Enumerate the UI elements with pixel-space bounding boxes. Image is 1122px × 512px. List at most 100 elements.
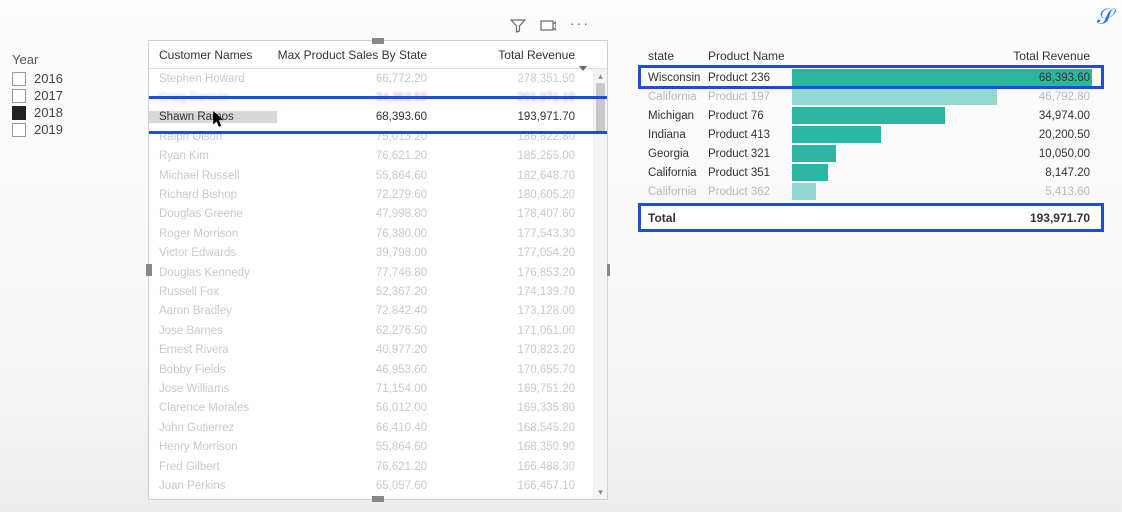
filter-icon[interactable] <box>510 18 526 37</box>
cell-customer: Russell Fox <box>149 286 277 298</box>
cell-product: Product 362 <box>708 186 792 198</box>
slicer-item-2017[interactable]: 2017 <box>12 88 122 103</box>
customer-table-visual[interactable]: Customer Names Max Product Sales By Stat… <box>148 40 608 500</box>
table-row[interactable]: Bobby Fields46,953.60170,655.70 <box>149 360 607 379</box>
data-bar <box>792 164 828 181</box>
cell-rev: 278,351.50 <box>427 73 607 85</box>
slicer-item-2018[interactable]: 2018 <box>12 105 122 120</box>
total-row: Total 193,971.70 <box>642 205 1100 229</box>
scroll-up-arrow[interactable]: ▴ <box>594 69 607 83</box>
slicer-item-label: 2018 <box>34 105 63 120</box>
checkbox-icon[interactable] <box>12 123 26 137</box>
table-row[interactable]: Stephen Howard66,772.20278,351.50 <box>149 69 607 88</box>
cell-rev: 177,543.30 <box>427 228 607 240</box>
table-row[interactable]: IndianaProduct 41320,200.50 <box>642 125 1100 144</box>
table-row[interactable]: Victor Edwards39,798.00177,054.20 <box>149 244 607 263</box>
table-row[interactable]: John Gutierrez66,410.40168,545.20 <box>149 418 607 437</box>
cell-customer: Douglas Kennedy <box>149 267 277 279</box>
table-row[interactable]: Jose Williams71,154.00169,751.20 <box>149 379 607 398</box>
cell-customer: Bobby Fields <box>149 364 277 376</box>
cell-customer: Shawn Ramos <box>149 111 277 123</box>
cell-max: 47,998.80 <box>277 208 427 220</box>
cell-customer: Ryan Kim <box>149 150 277 162</box>
table-row[interactable]: MichiganProduct 7634,974.00 <box>642 106 1100 125</box>
col-product-name[interactable]: Product Name <box>708 49 792 63</box>
cell-rev: 178,407.60 <box>427 208 607 220</box>
slicer-item-2016[interactable]: 2016 <box>12 71 122 86</box>
table-row[interactable]: Michael Russell55,864.60182,648.70 <box>149 166 607 185</box>
cell-customer: Juan Perkins <box>149 480 277 492</box>
table-row[interactable]: Richard Bishop72,279.60180,605.20 <box>149 185 607 204</box>
checkbox-icon[interactable] <box>12 89 26 103</box>
cell-rev: 170,823.20 <box>427 344 607 356</box>
resize-handle[interactable] <box>372 38 384 44</box>
col-max-product-sales[interactable]: Max Product Sales By State <box>277 48 427 62</box>
cell-rev: 170,655.70 <box>427 364 607 376</box>
checkbox-icon[interactable] <box>12 106 26 120</box>
cell-max: 55,864.60 <box>277 441 427 453</box>
table-header-row: Customer Names Max Product Sales By Stat… <box>149 41 607 69</box>
data-bar <box>792 107 945 124</box>
table-row[interactable]: Douglas Kennedy77,746.80176,853.20 <box>149 263 607 282</box>
table-row[interactable]: Russell Fox52,367.20174,139.70 <box>149 282 607 301</box>
col-total-revenue[interactable]: Total Revenue <box>792 49 1100 63</box>
cell-rev: 34,974.00 <box>792 106 1100 125</box>
table-row[interactable]: Craig Daniels34,353.50201,971.10 <box>149 88 607 107</box>
data-bar <box>792 88 997 105</box>
cell-customer: Douglas Greene <box>149 208 277 220</box>
table-row[interactable]: GeorgiaProduct 32110,050.00 <box>642 144 1100 163</box>
scroll-down-arrow[interactable]: ▾ <box>594 485 607 499</box>
table-row[interactable]: Ryan Kim76,621.20185,255.00 <box>149 147 607 166</box>
cell-product: Product 236 <box>708 72 792 84</box>
cell-rev: 10,050.00 <box>792 144 1100 163</box>
col-state[interactable]: state <box>642 49 708 63</box>
cell-max: 71,154.00 <box>277 383 427 395</box>
cell-max: 76,621.20 <box>277 461 427 473</box>
cell-state: California <box>642 167 708 179</box>
table-row[interactable]: Ralph Olson75,013.20186,822.80 <box>149 127 607 146</box>
cell-customer: Ernest Rivera <box>149 344 277 356</box>
cell-customer: Clarence Morales <box>149 402 277 414</box>
cell-max: 72,279.60 <box>277 189 427 201</box>
col-total-revenue[interactable]: Total Revenue <box>427 48 593 62</box>
table-row[interactable]: Douglas Greene47,998.80178,407.60 <box>149 205 607 224</box>
table-body: WisconsinProduct 23668,393.60CaliforniaP… <box>642 68 1100 201</box>
table-row[interactable]: Juan Perkins65,057.60166,457.10 <box>149 476 607 495</box>
table-row[interactable]: Jose Barnes62,276.50171,051.00 <box>149 321 607 340</box>
scrollbar[interactable]: ▴ ▾ <box>593 69 607 499</box>
cell-product: Product 413 <box>708 129 792 141</box>
checkbox-icon[interactable] <box>12 72 26 86</box>
focus-mode-icon[interactable] <box>540 18 556 37</box>
cell-customer: Stephen Howard <box>149 73 277 85</box>
table-row[interactable]: WisconsinProduct 23668,393.60 <box>642 68 1100 87</box>
slicer-item-2019[interactable]: 2019 <box>12 122 122 137</box>
table-row[interactable]: Aaron Bradley72,842.40173,128.00 <box>149 302 607 321</box>
cell-max: 46,953.60 <box>277 364 427 376</box>
table-row[interactable]: Henry Morrison55,864.60168,350.90 <box>149 437 607 456</box>
col-customer-names[interactable]: Customer Names <box>149 48 277 62</box>
cell-max: 66,772.20 <box>277 73 427 85</box>
cell-rev: 168,545.20 <box>427 422 607 434</box>
slicer-item-label: 2017 <box>34 88 63 103</box>
table-row[interactable]: Ernest Rivera40,977.20170,823.20 <box>149 340 607 359</box>
cell-rev: 169,751.20 <box>427 383 607 395</box>
table-row[interactable]: CaliforniaProduct 19746,792.80 <box>642 87 1100 106</box>
cell-max: 40,977.20 <box>277 344 427 356</box>
cell-rev: 193,971.70 <box>427 111 607 123</box>
cell-state: Michigan <box>642 110 708 122</box>
scroll-thumb[interactable] <box>596 83 605 133</box>
table-row[interactable]: CaliforniaProduct 3625,413.60 <box>642 182 1100 201</box>
state-product-table-visual[interactable]: state Product Name Total Revenue Wiscons… <box>642 44 1100 229</box>
cell-rev: 8,147.20 <box>792 163 1100 182</box>
cell-customer: Victor Edwards <box>149 247 277 259</box>
table-row[interactable]: Clarence Morales56,012.00169,335.80 <box>149 399 607 418</box>
table-row[interactable]: Fred Gilbert76,621.20166,488.30 <box>149 457 607 476</box>
year-slicer[interactable]: Year 2016201720182019 <box>12 52 122 139</box>
more-options-icon[interactable]: ··· <box>570 18 590 37</box>
table-row[interactable]: Shawn Ramos68,393.60193,971.70 <box>149 108 607 127</box>
table-row[interactable]: CaliforniaProduct 3518,147.20 <box>642 163 1100 182</box>
table-row[interactable]: Roger Morrison76,380.00177,543.30 <box>149 224 607 243</box>
visual-header-icons: ··· <box>510 18 590 37</box>
cell-state: Georgia <box>642 148 708 160</box>
slicer-item-label: 2016 <box>34 71 63 86</box>
